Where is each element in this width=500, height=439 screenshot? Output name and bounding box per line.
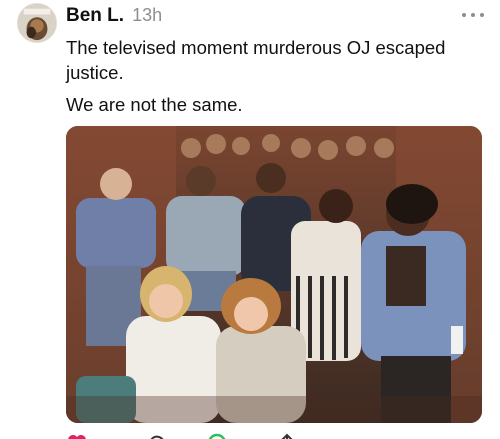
post-header: Ben L. 13h <box>66 5 162 29</box>
thread-post: Ben L. 13h The televised moment murderou… <box>0 0 500 439</box>
share-icon[interactable] <box>276 432 298 439</box>
repost-icon[interactable] <box>206 432 228 439</box>
heart-icon[interactable] <box>66 432 88 439</box>
post-text: The televised moment murderous OJ escape… <box>66 37 446 83</box>
author-name[interactable]: Ben L. <box>66 5 124 27</box>
post-text: We are not the same. <box>66 94 243 115</box>
comment-icon[interactable] <box>146 432 168 439</box>
avatar[interactable] <box>17 3 57 43</box>
more-dots-icon[interactable] <box>462 10 484 20</box>
post-actions <box>66 432 366 439</box>
post-timestamp: 13h <box>132 5 163 25</box>
post-image[interactable] <box>66 126 482 423</box>
